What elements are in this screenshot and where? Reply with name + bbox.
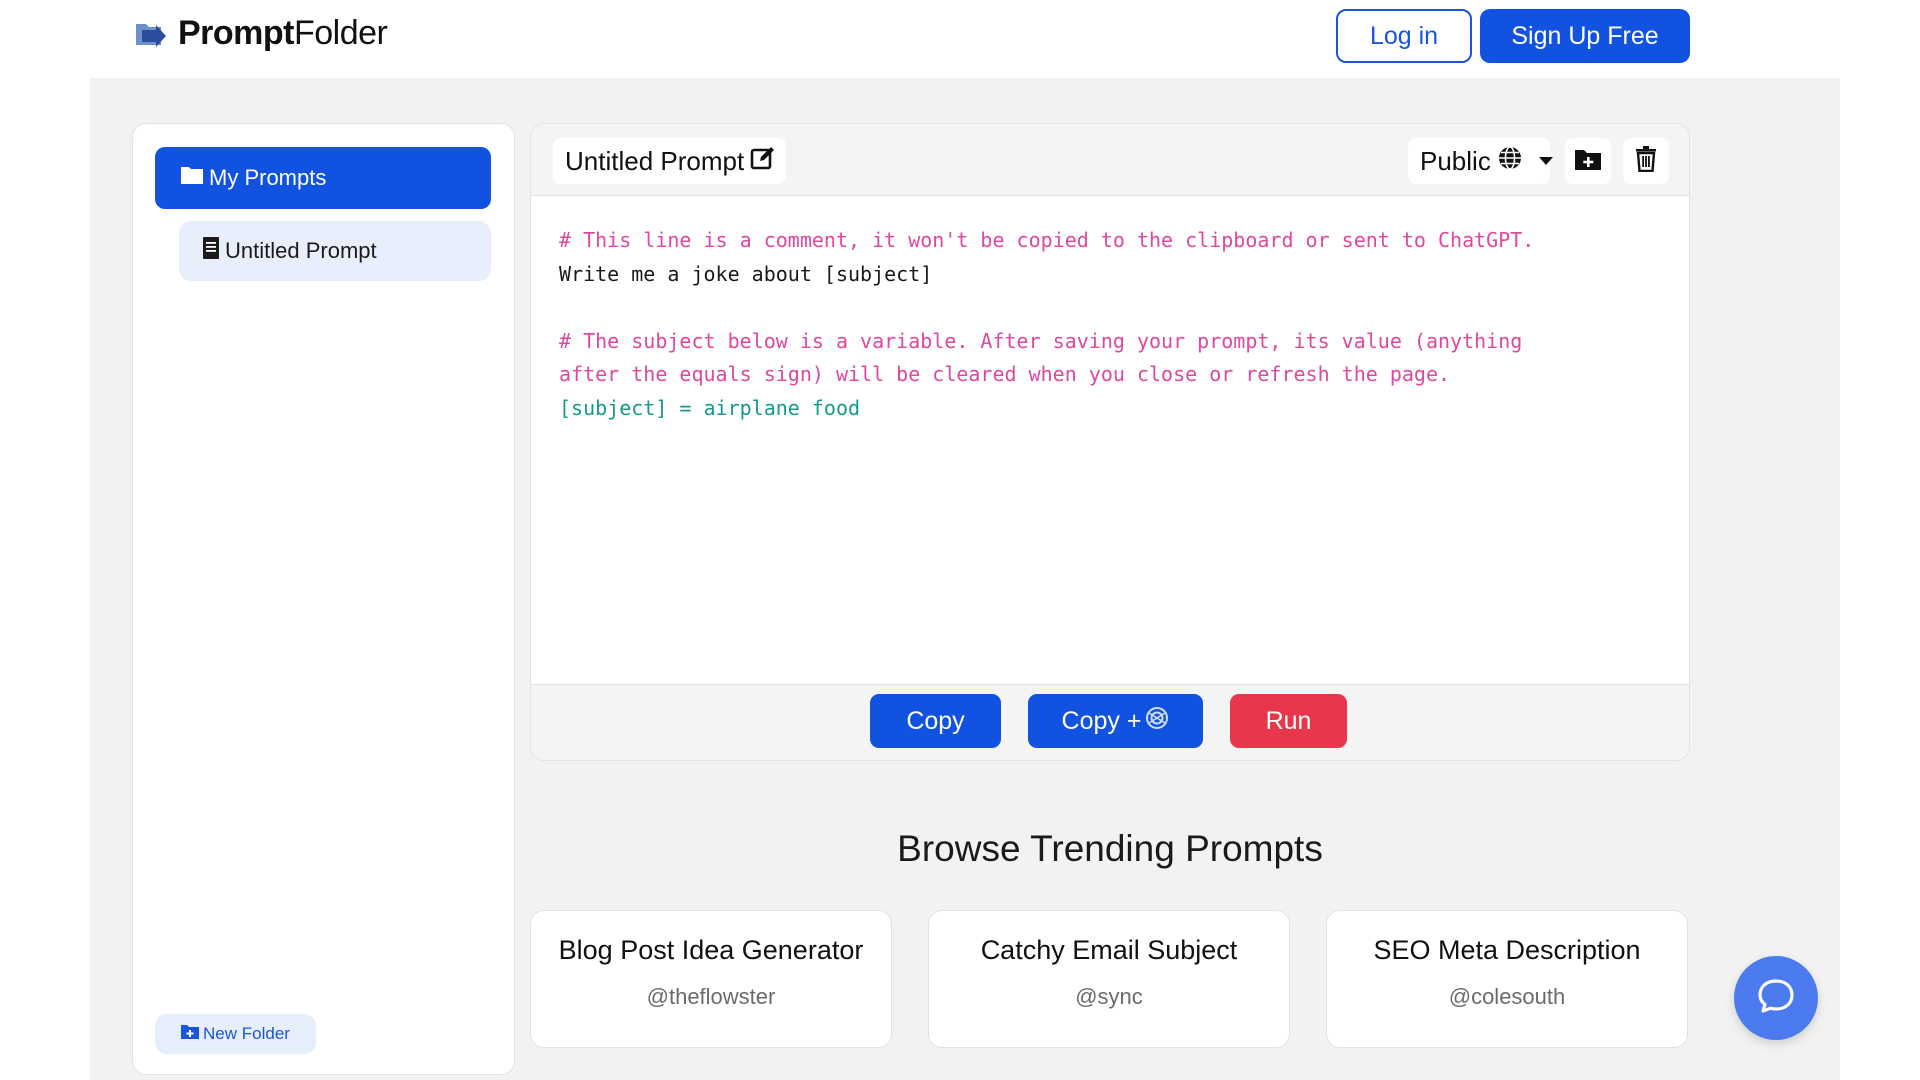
prompt-title-text: Untitled Prompt	[565, 145, 745, 176]
card-title: SEO Meta Description	[1373, 935, 1641, 965]
trending-card[interactable]: Catchy Email Subject @sync	[928, 910, 1290, 1048]
copy-to-chatgpt-button[interactable]: Copy +	[1028, 694, 1203, 748]
logo-text: PromptFolder	[178, 14, 388, 52]
copy-button[interactable]: Copy	[870, 694, 1001, 748]
chat-support-button[interactable]	[1734, 956, 1818, 1040]
edit-icon[interactable]	[750, 145, 776, 178]
folder-arrow-icon	[134, 16, 170, 52]
sidebar-item-untitled-prompt[interactable]: Untitled Prompt	[179, 221, 491, 281]
card-title: Blog Post Idea Generator	[558, 935, 864, 965]
trending-section-title: Browse Trending Prompts	[897, 828, 1323, 869]
document-icon	[203, 237, 219, 265]
folder-icon	[181, 165, 203, 191]
delete-button[interactable]	[1623, 138, 1669, 184]
run-button[interactable]: Run	[1230, 694, 1347, 748]
editor-toolbar: Untitled Prompt Public	[531, 124, 1689, 196]
copy-gpt-label: Copy +	[1061, 706, 1142, 735]
chevron-down-icon	[1538, 157, 1553, 165]
sidebar: My Prompts Untitled Prompt New Folder	[132, 123, 515, 1075]
code-line: Write me a joke about [subject]	[559, 261, 933, 286]
code-line: # The subject below is a variable. After…	[559, 328, 1523, 353]
card-title: Catchy Email Subject	[980, 935, 1238, 965]
card-author[interactable]: @sync	[929, 984, 1289, 1010]
folder-plus-icon	[181, 1024, 200, 1044]
card-author[interactable]: @colesouth	[1327, 984, 1687, 1010]
login-button[interactable]: Log in	[1336, 9, 1472, 63]
code-line: # This line is a comment, it won't be co…	[559, 228, 1535, 252]
sidebar-item-my-prompts[interactable]: My Prompts	[155, 147, 491, 209]
logo[interactable]: PromptFolder	[134, 14, 388, 53]
trending-card[interactable]: Blog Post Idea Generator @theflowster	[530, 910, 892, 1048]
visibility-value: Public	[1420, 145, 1491, 176]
chat-bubble-icon	[1756, 976, 1796, 1021]
trending-card[interactable]: SEO Meta Description @colesouth	[1326, 910, 1688, 1048]
code-line: [subject] = airplane food	[559, 395, 861, 420]
chatgpt-icon	[1145, 706, 1169, 737]
prompt-text-area[interactable]: # This line is a comment, it won't be co…	[559, 224, 1669, 425]
card-author[interactable]: @theflowster	[531, 984, 891, 1010]
trash-icon	[1635, 145, 1657, 177]
sidebar-item-label: My Prompts	[209, 165, 327, 190]
move-to-folder-button[interactable]	[1565, 138, 1611, 184]
code-line: after the equals sign) will be cleared w…	[559, 362, 1451, 386]
new-folder-button[interactable]: New Folder	[155, 1014, 316, 1054]
signup-button[interactable]: Sign Up Free	[1480, 9, 1690, 63]
sidebar-item-label: Untitled Prompt	[225, 238, 377, 263]
top-header: PromptFolder Log in Sign Up Free	[0, 0, 1920, 78]
visibility-dropdown[interactable]: Public	[1408, 138, 1553, 184]
prompt-editor: Untitled Prompt Public # This line is a …	[530, 123, 1690, 761]
new-folder-label: New Folder	[203, 1024, 290, 1043]
folder-plus-icon	[1575, 148, 1601, 175]
globe-icon	[1497, 145, 1523, 178]
prompt-title[interactable]: Untitled Prompt	[553, 138, 787, 184]
